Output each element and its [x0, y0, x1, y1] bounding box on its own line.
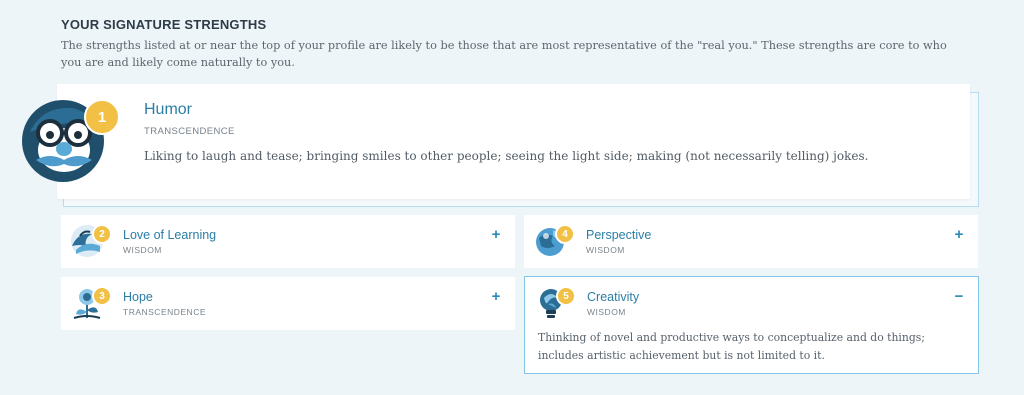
strength-card-love-of-learning[interactable]: 2 Love of Learning WISDOM +: [61, 215, 515, 268]
card-title: Creativity: [587, 290, 640, 304]
expand-button[interactable]: +: [952, 226, 966, 243]
card-category: WISDOM: [123, 245, 162, 255]
featured-description: Liking to laugh and tease; bringing smil…: [144, 149, 869, 163]
rank-badge: 4: [555, 224, 575, 244]
card-category: WISDOM: [587, 307, 626, 317]
card-title: Love of Learning: [123, 228, 217, 242]
section-heading: YOUR SIGNATURE STRENGTHS: [61, 17, 267, 32]
featured-strength-card[interactable]: [57, 84, 970, 199]
card-category: WISDOM: [586, 245, 625, 255]
card-category: TRANSCENDENCE: [123, 307, 207, 317]
section-intro: The strengths listed at or near the top …: [61, 39, 947, 69]
strength-card-creativity[interactable]: 5 Creativity WISDOM − Thinking of novel …: [524, 276, 979, 374]
featured-title: Humor: [144, 101, 193, 118]
strength-card-hope[interactable]: 3 Hope TRANSCENDENCE +: [61, 277, 515, 330]
rank-badge: 1: [84, 99, 120, 135]
card-title: Hope: [123, 290, 153, 304]
collapse-button[interactable]: −: [952, 288, 966, 305]
rank-badge: 3: [92, 286, 112, 306]
expand-button[interactable]: +: [489, 288, 503, 305]
featured-category: TRANSCENDENCE: [144, 126, 235, 137]
card-title: Perspective: [586, 228, 652, 242]
strength-card-perspective[interactable]: 4 Perspective WISDOM +: [524, 215, 978, 268]
expand-button[interactable]: +: [489, 226, 503, 243]
rank-badge: 5: [556, 286, 576, 306]
card-description: Thinking of novel and productive ways to…: [538, 331, 925, 362]
rank-badge: 2: [92, 224, 112, 244]
